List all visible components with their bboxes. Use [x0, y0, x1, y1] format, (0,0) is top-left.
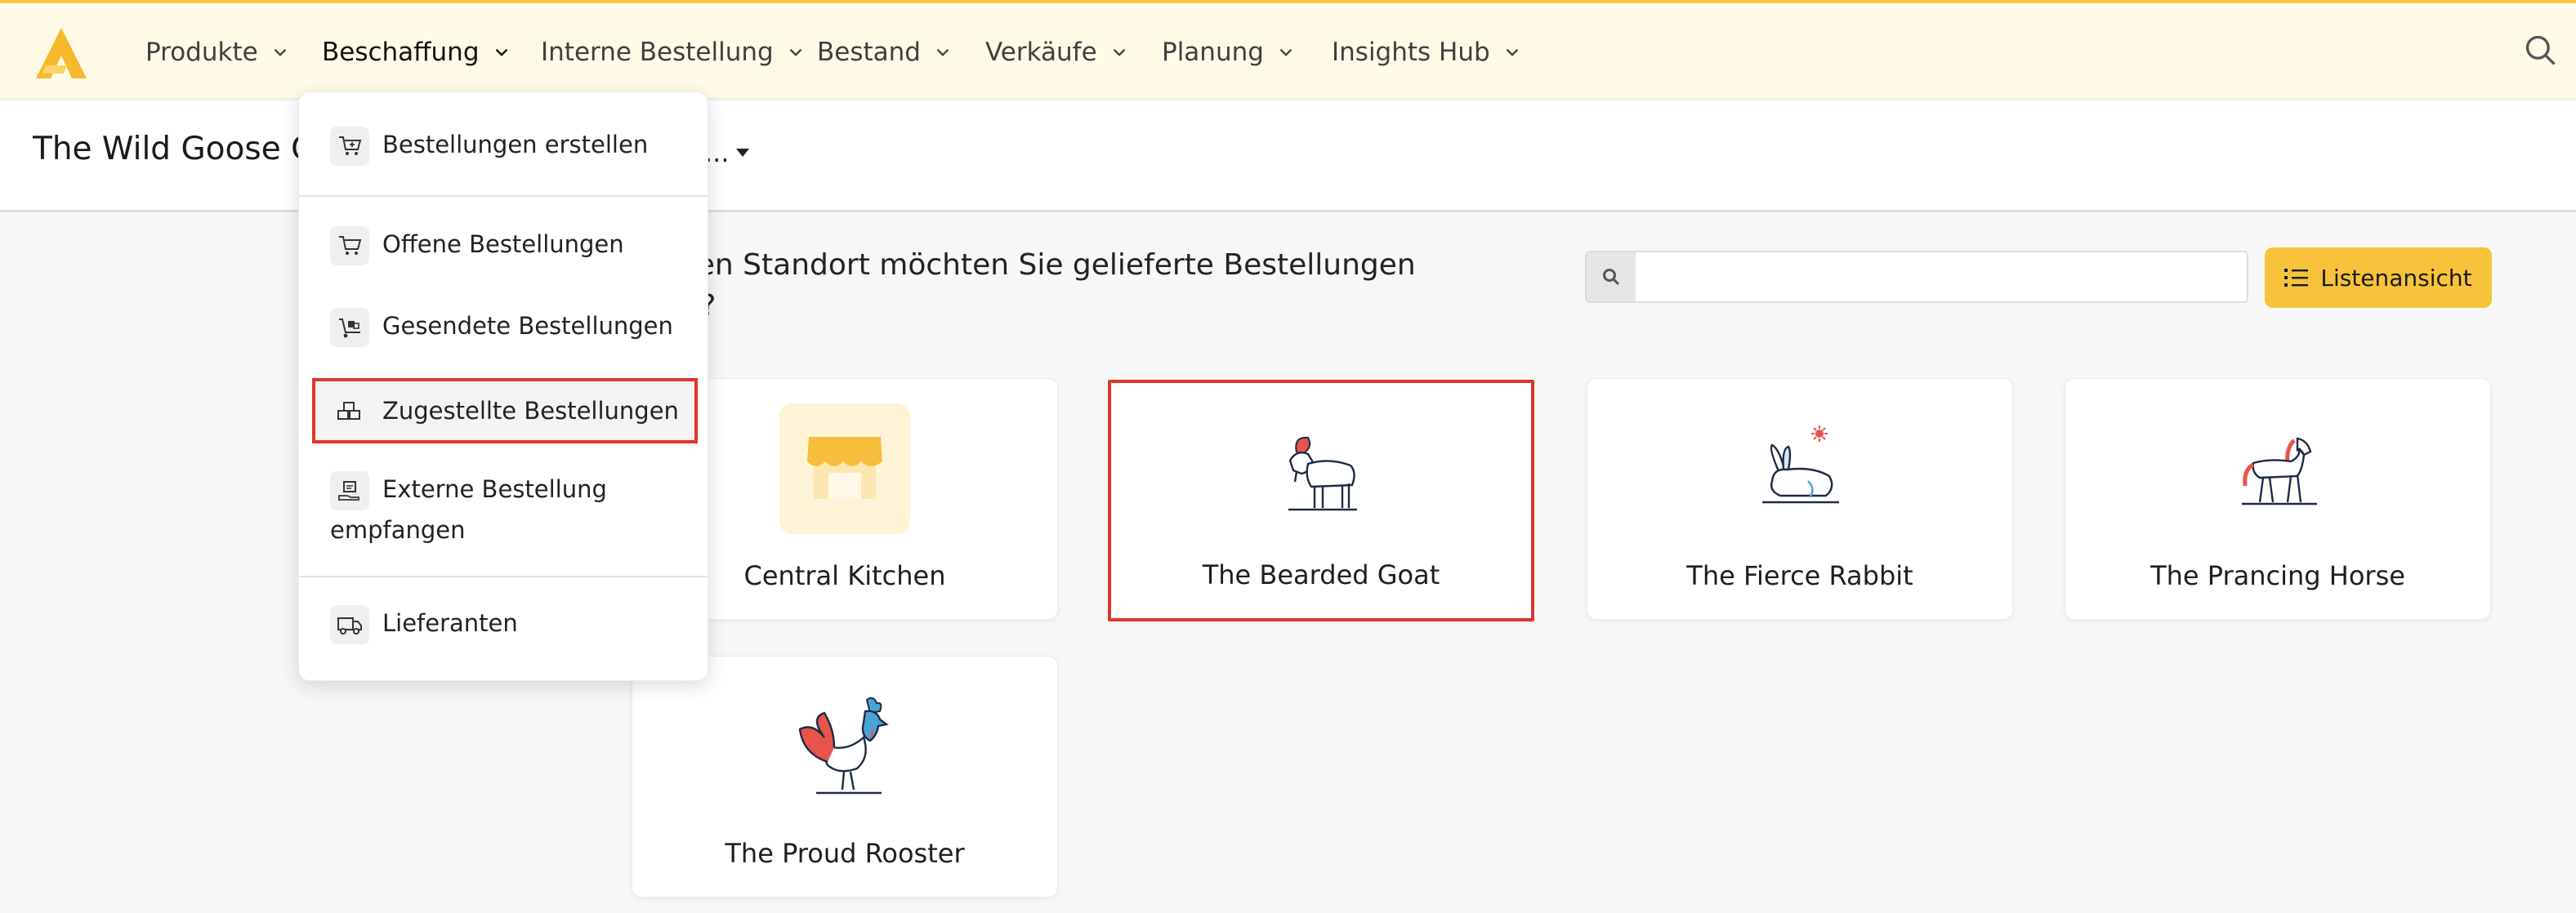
- list-view-label: Listenansicht: [2320, 264, 2472, 292]
- beschaffung-dropdown-menu: Bestellungen erstellen Offene Bestellung…: [298, 91, 708, 681]
- menu-item-label-line2: empfangen: [330, 516, 466, 544]
- location-select[interactable]: ...: [704, 137, 749, 168]
- location-name: The Prancing Horse: [2150, 560, 2405, 591]
- chevron-down-icon: [1506, 48, 1519, 56]
- nav-label: Insights Hub: [1332, 38, 1490, 67]
- rabbit-icon: [1734, 403, 1865, 534]
- location-card-prancing-horse[interactable]: The Prancing Horse: [2065, 378, 2491, 620]
- truck-icon: [330, 605, 369, 644]
- location-card-bearded-goat[interactable]: The Bearded Goat: [1108, 380, 1534, 621]
- location-question: elchen Standort möchten Sie gelieferte B…: [636, 245, 1444, 327]
- list-icon: [2284, 269, 2309, 287]
- menu-item-label: Bestellungen erstellen: [382, 131, 649, 158]
- cart-plus-icon: [330, 127, 369, 166]
- dolly-icon: [330, 308, 369, 347]
- nav-label: Verkäufe: [985, 38, 1097, 67]
- horse-icon: [2212, 403, 2343, 534]
- chevron-down-icon: [936, 48, 949, 56]
- nav-label: Interne Bestellung: [541, 38, 774, 67]
- nav-planung[interactable]: Planung: [1162, 34, 1297, 70]
- nav-label: Produkte: [145, 38, 258, 67]
- list-view-button[interactable]: Listenansicht: [2265, 247, 2492, 308]
- receive-icon: [330, 471, 369, 510]
- search-input[interactable]: [1636, 252, 2247, 301]
- nav-produkte[interactable]: Produkte: [145, 34, 291, 70]
- menu-item-label-line1: Externe Bestellung: [382, 475, 607, 503]
- menu-item-externe-bestellung-empfangen[interactable]: Externe Bestellung empfangen: [324, 470, 688, 550]
- caret-down-icon: [735, 149, 749, 157]
- app-logo-icon[interactable]: [34, 26, 88, 80]
- menu-divider: [299, 195, 708, 197]
- nav-bestand[interactable]: Bestand: [817, 34, 953, 70]
- menu-item-label: Lieferanten: [382, 609, 518, 637]
- nav-label: Planung: [1162, 38, 1264, 67]
- chevron-down-icon: [789, 48, 802, 56]
- location-name: The Bearded Goat: [1202, 559, 1440, 590]
- store-icon: [779, 403, 910, 534]
- nav-beschaffung[interactable]: Beschaffung: [322, 34, 512, 70]
- menu-item-lieferanten[interactable]: Lieferanten: [324, 603, 688, 644]
- search-icon[interactable]: [2523, 33, 2559, 69]
- location-card-proud-rooster[interactable]: The Proud Rooster: [632, 656, 1058, 897]
- nav-verkaeufe[interactable]: Verkäufe: [985, 34, 1130, 70]
- rooster-icon: [779, 681, 910, 812]
- location-search: [1585, 251, 2248, 303]
- menu-item-label: Gesendete Bestellungen: [382, 312, 673, 340]
- question-line-2: gen ?: [636, 286, 1444, 327]
- nav-interne-bestellung[interactable]: Interne Bestellung: [541, 34, 806, 70]
- location-name: The Fierce Rabbit: [1686, 560, 1913, 591]
- chevron-down-icon: [1279, 48, 1292, 56]
- goat-icon: [1256, 408, 1386, 538]
- menu-item-zugestellte-bestellungen[interactable]: Zugestellte Bestellungen: [312, 378, 698, 443]
- boxes-icon: [330, 391, 369, 430]
- page-title: The Wild Goose C: [33, 131, 299, 167]
- menu-divider: [299, 576, 708, 577]
- nav-label: Bestand: [817, 38, 921, 67]
- menu-item-offene-bestellungen[interactable]: Offene Bestellungen: [324, 225, 688, 265]
- menu-item-gesendete-bestellungen[interactable]: Gesendete Bestellungen: [324, 306, 688, 347]
- search-icon: [1587, 252, 1636, 301]
- location-name: The Proud Rooster: [725, 838, 965, 869]
- nav-label: Beschaffung: [322, 38, 480, 67]
- nav-insights-hub[interactable]: Insights Hub: [1332, 34, 1523, 70]
- cart-icon: [330, 226, 369, 265]
- top-navigation-bar: Produkte Beschaffung Interne Bestellung …: [0, 0, 2576, 100]
- chevron-down-icon: [495, 48, 507, 56]
- menu-item-label: Offene Bestellungen: [382, 230, 624, 258]
- menu-item-label: Zugestellte Bestellungen: [382, 397, 679, 425]
- location-card-fierce-rabbit[interactable]: The Fierce Rabbit: [1587, 378, 2013, 620]
- question-line-1: elchen Standort möchten Sie gelieferte B…: [636, 248, 1416, 282]
- chevron-down-icon: [1113, 48, 1125, 56]
- menu-item-bestellungen-erstellen[interactable]: Bestellungen erstellen: [324, 125, 688, 166]
- chevron-down-icon: [274, 48, 287, 56]
